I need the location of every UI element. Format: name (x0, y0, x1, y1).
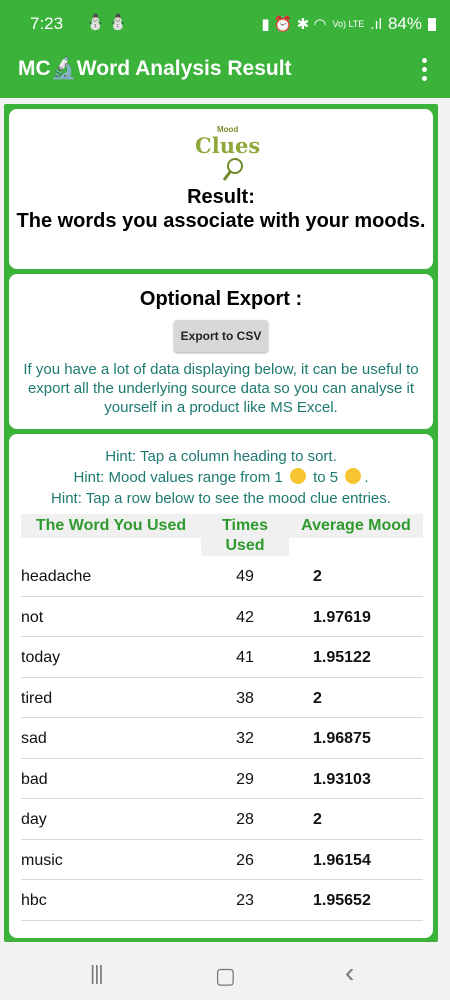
export-title: Optional Export : (139, 288, 303, 310)
status-bar: 7:23 ⛄⛄ ▮ ⏰ ✱ ◠ Vo) LTE .ıl 84% (0, 0, 450, 40)
table-row[interactable]: music 26 1.96154 (21, 840, 423, 880)
export-card: Optional Export : Export to CSV If you h… (9, 274, 433, 429)
hints: Hint: Tap a column heading to sort. Hint… (9, 446, 433, 509)
recents-button[interactable]: ||| (90, 963, 104, 986)
hint-tap-row: Hint: Tap a row below to see the mood cl… (51, 490, 391, 507)
back-button[interactable]: ‹ (345, 957, 354, 989)
table-row[interactable]: headache 49 2 (21, 556, 423, 597)
table-row[interactable]: hbc 23 1.95652 (21, 880, 423, 921)
export-csv-button[interactable]: Export to CSV (174, 320, 268, 352)
smile-face-icon (345, 468, 362, 484)
network-type: Vo) LTE (332, 18, 365, 29)
more-vertical-icon[interactable] (412, 54, 436, 84)
page-title: MC🔬Word Analysis Result (18, 57, 292, 80)
system-nav-bar: ||| ▢ ‹ (0, 945, 450, 1000)
column-header-mood[interactable]: Average Mood (289, 514, 423, 538)
table-row[interactable]: today 41 1.95122 (21, 637, 423, 678)
magnifier-icon (222, 158, 243, 181)
status-time: 7:23 (30, 14, 64, 33)
table-row[interactable]: sad 32 1.96875 (21, 718, 423, 759)
column-header-word[interactable]: The Word You Used (21, 514, 201, 538)
result-card: Mood Clues Result: The words you associa… (9, 109, 433, 269)
mood-clues-logo: Mood Clues (195, 125, 260, 185)
table-body: headache 49 2 not 42 1.97619 today 41 1.95122 … (21, 556, 423, 921)
export-description: If you have a lot of data displaying bel… (23, 361, 419, 416)
column-header-times[interactable]: Times Used (201, 514, 289, 556)
battery-percent: 84% (387, 14, 422, 33)
results-table-card: Hint: Tap a column heading to sort. Hint… (9, 434, 433, 938)
home-button[interactable]: ▢ (215, 963, 236, 989)
battery-icon (428, 17, 436, 31)
table-row[interactable]: day 28 2 (21, 799, 423, 840)
table-row[interactable]: not 42 1.97619 (21, 597, 423, 637)
result-title: Result: (187, 186, 255, 208)
app-bar: MC🔬Word Analysis Result (0, 40, 450, 98)
sad-face-icon (289, 468, 306, 484)
hint-mood-range: Hint: Mood values range from 1 to 5 . (73, 468, 369, 486)
notification-icons: ⛄⛄ (86, 14, 132, 31)
system-icons: ▮ ⏰ ✱ ◠ (261, 16, 327, 33)
table-row[interactable]: bad 29 1.93103 (21, 759, 423, 799)
table-row[interactable]: tired 38 2 (21, 678, 423, 718)
result-heading: Result: The words you associate with you… (9, 185, 433, 233)
hint-sort: Hint: Tap a column heading to sort. (105, 448, 337, 465)
signal-icon: .ıl (370, 15, 382, 33)
status-icons: ▮ ⏰ ✱ ◠ Vo) LTE .ıl 84% (261, 14, 436, 34)
result-subtitle: The words you associate with your moods. (16, 210, 426, 232)
